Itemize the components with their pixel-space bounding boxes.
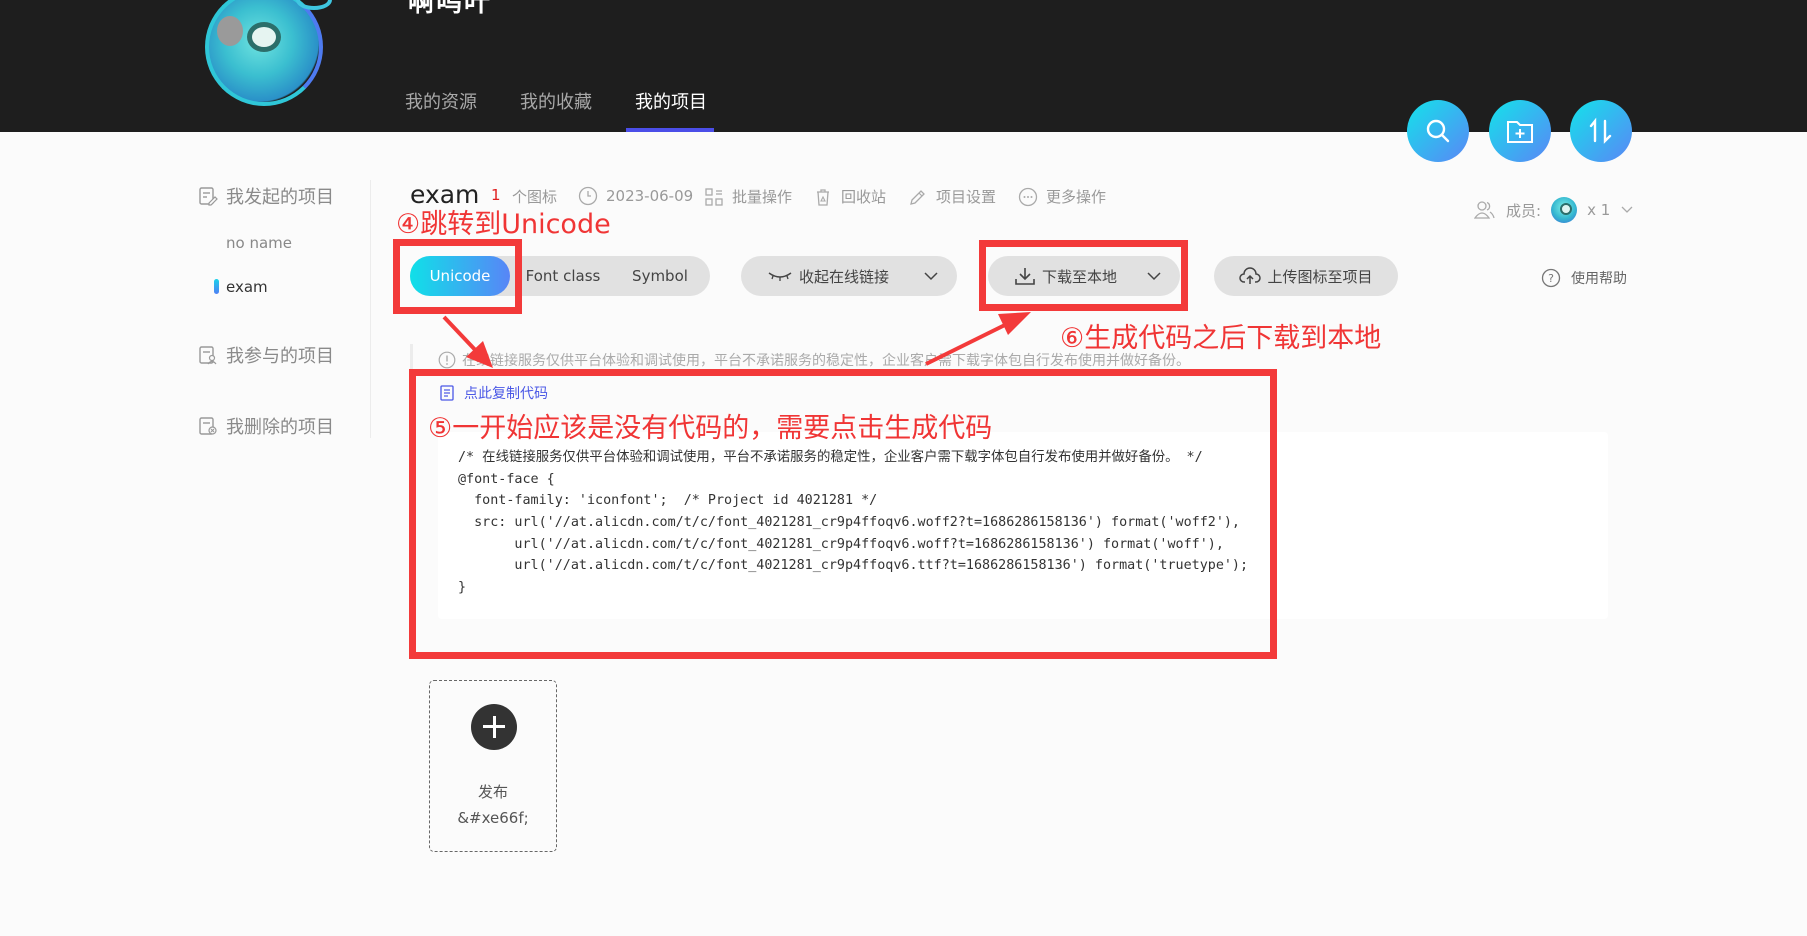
help-icon: ? — [1541, 268, 1561, 288]
pencil-icon — [910, 189, 925, 205]
active-project-indicator — [214, 279, 219, 294]
trash-icon — [817, 188, 829, 206]
annotation-step6: ⑥生成代码之后下载到本地 — [1060, 323, 1382, 354]
sidebar-project-no-name[interactable]: no name — [226, 234, 292, 252]
sidebar-divider — [370, 180, 371, 438]
collapse-link-label: 收起在线链接 — [799, 267, 890, 286]
active-tab-indicator — [626, 128, 714, 132]
date-text: 2023-06-09 — [606, 187, 694, 205]
new-project-button[interactable] — [1489, 100, 1551, 162]
recycle-label: 回收站 — [841, 188, 887, 206]
icon-card[interactable]: 发布 &#xe66f; — [429, 680, 557, 852]
sidebar-project-exam[interactable]: exam — [226, 278, 268, 296]
format-symbol-tab[interactable]: Symbol — [615, 256, 705, 296]
sort-icon — [1589, 117, 1612, 144]
sidebar-group-label: 我参与的项目 — [226, 346, 334, 367]
search-button[interactable] — [1407, 100, 1469, 162]
project-settings-button[interactable]: 项目设置 — [908, 186, 996, 207]
annotation-step5: ⑤一开始应该是没有代码的，需要点击生成代码 — [428, 413, 993, 444]
members-count: x 1 — [1587, 201, 1611, 219]
chevron-down-icon — [1621, 206, 1633, 213]
avatar-eye — [247, 22, 281, 52]
icon-unicode: &#xe66f; — [457, 809, 529, 827]
plus-circle-icon — [471, 704, 517, 750]
search-icon — [1426, 119, 1450, 143]
sidebar-group-label: 我删除的项目 — [226, 417, 334, 438]
tab-my-projects[interactable]: 我的项目 — [635, 88, 707, 114]
eye-closed-icon — [768, 272, 792, 281]
cloud-upload-icon — [1239, 267, 1262, 284]
more-actions-button[interactable]: 更多操作 — [1018, 186, 1106, 207]
batch-operation-button[interactable]: 批量操作 — [704, 186, 792, 207]
sidebar-group-created[interactable]: 我发起的项目 — [198, 183, 334, 209]
folder-add-icon — [1507, 121, 1533, 143]
format-font-class-tab[interactable]: Font class — [515, 256, 611, 296]
sidebar-group-joined[interactable]: 我参与的项目 — [198, 342, 334, 368]
tab-my-favorites[interactable]: 我的收藏 — [520, 88, 592, 114]
info-icon — [438, 351, 456, 369]
members-selector[interactable]: 成员: x 1 — [1474, 197, 1634, 223]
members-label: 成员: — [1506, 201, 1542, 220]
upload-to-project-button[interactable]: 上传图标至项目 — [1214, 256, 1398, 296]
edit-doc-icon — [199, 187, 218, 206]
icon-name: 发布 — [477, 783, 508, 801]
more-icon — [1018, 187, 1038, 206]
grid-icon — [705, 187, 723, 206]
upload-label: 上传图标至项目 — [1267, 267, 1373, 286]
deleted-doc-icon — [199, 417, 217, 435]
annotation-step4: ④跳转到Unicode — [396, 209, 611, 240]
sort-button[interactable] — [1570, 100, 1632, 162]
tab-my-resources[interactable]: 我的资源 — [405, 88, 477, 114]
username: 啊呜叶 — [408, 0, 493, 18]
recycle-bin-button[interactable]: 回收站 — [813, 186, 886, 207]
sidebar-group-deleted[interactable]: 我删除的项目 — [198, 413, 334, 439]
help-label: 使用帮助 — [1571, 271, 1627, 287]
annotation-box-download — [979, 240, 1188, 311]
more-label: 更多操作 — [1046, 188, 1107, 206]
chevron-down-icon — [924, 272, 938, 281]
annotation-box-unicode — [393, 239, 522, 314]
help-link[interactable]: ? 使用帮助 — [1541, 268, 1627, 288]
svg-text:?: ? — [1548, 272, 1554, 285]
settings-label: 项目设置 — [936, 188, 997, 206]
avatar-ear — [217, 16, 243, 46]
member-avatar — [1551, 197, 1578, 223]
collapse-online-link-button[interactable]: 收起在线链接 — [741, 256, 957, 296]
user-avatar[interactable] — [205, 0, 323, 106]
batch-label: 批量操作 — [732, 188, 793, 206]
user-doc-icon — [199, 346, 217, 365]
sidebar-group-label: 我发起的项目 — [226, 187, 334, 208]
members-icon — [1474, 201, 1495, 219]
